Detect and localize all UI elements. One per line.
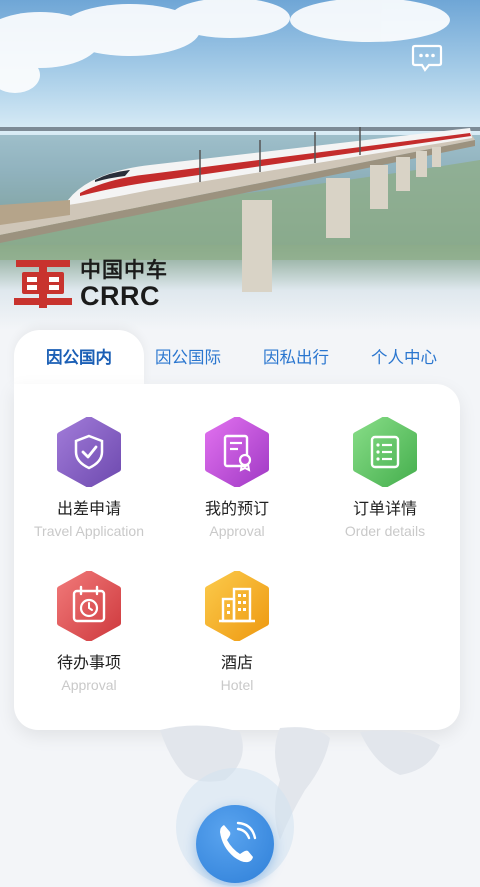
hotel-button[interactable]: 酒店 Hotel (163, 570, 311, 694)
tab-domestic-business[interactable]: 因公国内 (14, 330, 144, 386)
function-subtitle: Order details (344, 523, 426, 539)
function-panel: 出差申请 Travel Application 我的预订 Approval 订单… (14, 384, 460, 730)
logo-english-text: CRRC (80, 281, 160, 311)
calendar-clock-icon (54, 570, 124, 642)
function-name: 订单详情 (352, 499, 417, 518)
phone-icon (220, 821, 257, 863)
function-name: 待办事项 (56, 653, 121, 672)
tab-personal-center[interactable]: 个人中心 (360, 330, 448, 386)
todo-items-button[interactable]: 待办事项 Approval (15, 570, 163, 694)
function-name: 我的预订 (204, 499, 269, 518)
building-icon (202, 570, 272, 642)
order-details-button[interactable]: 订单详情 Order details (311, 416, 459, 540)
travel-application-button[interactable]: 出差申请 Travel Application (15, 416, 163, 540)
function-subtitle: Hotel (220, 677, 254, 693)
function-name: 酒店 (220, 653, 253, 672)
crrc-emblem-icon (14, 260, 72, 308)
list-icon (350, 416, 420, 488)
function-subtitle: Travel Application (34, 523, 144, 539)
crrc-logo: 中国中车 CRRC (14, 258, 168, 310)
tab-private-travel[interactable]: 因私出行 (252, 330, 340, 386)
message-icon (411, 44, 443, 72)
message-button[interactable] (410, 40, 444, 74)
shield-check-icon (54, 416, 124, 488)
hero-banner: 中国中车 CRRC (0, 0, 480, 330)
my-booking-button[interactable]: 我的预订 Approval (163, 416, 311, 540)
call-service-button[interactable] (196, 805, 274, 883)
travel-type-tabs: 因公国内 因公国际 因私出行 个人中心 (0, 330, 480, 386)
function-name: 出差申请 (56, 499, 121, 518)
function-subtitle: Approval (209, 523, 265, 539)
certificate-icon (202, 416, 272, 488)
tab-international-business[interactable]: 因公国际 (144, 330, 232, 386)
logo-chinese-text: 中国中车 (80, 258, 168, 282)
function-subtitle: Approval (61, 677, 117, 693)
